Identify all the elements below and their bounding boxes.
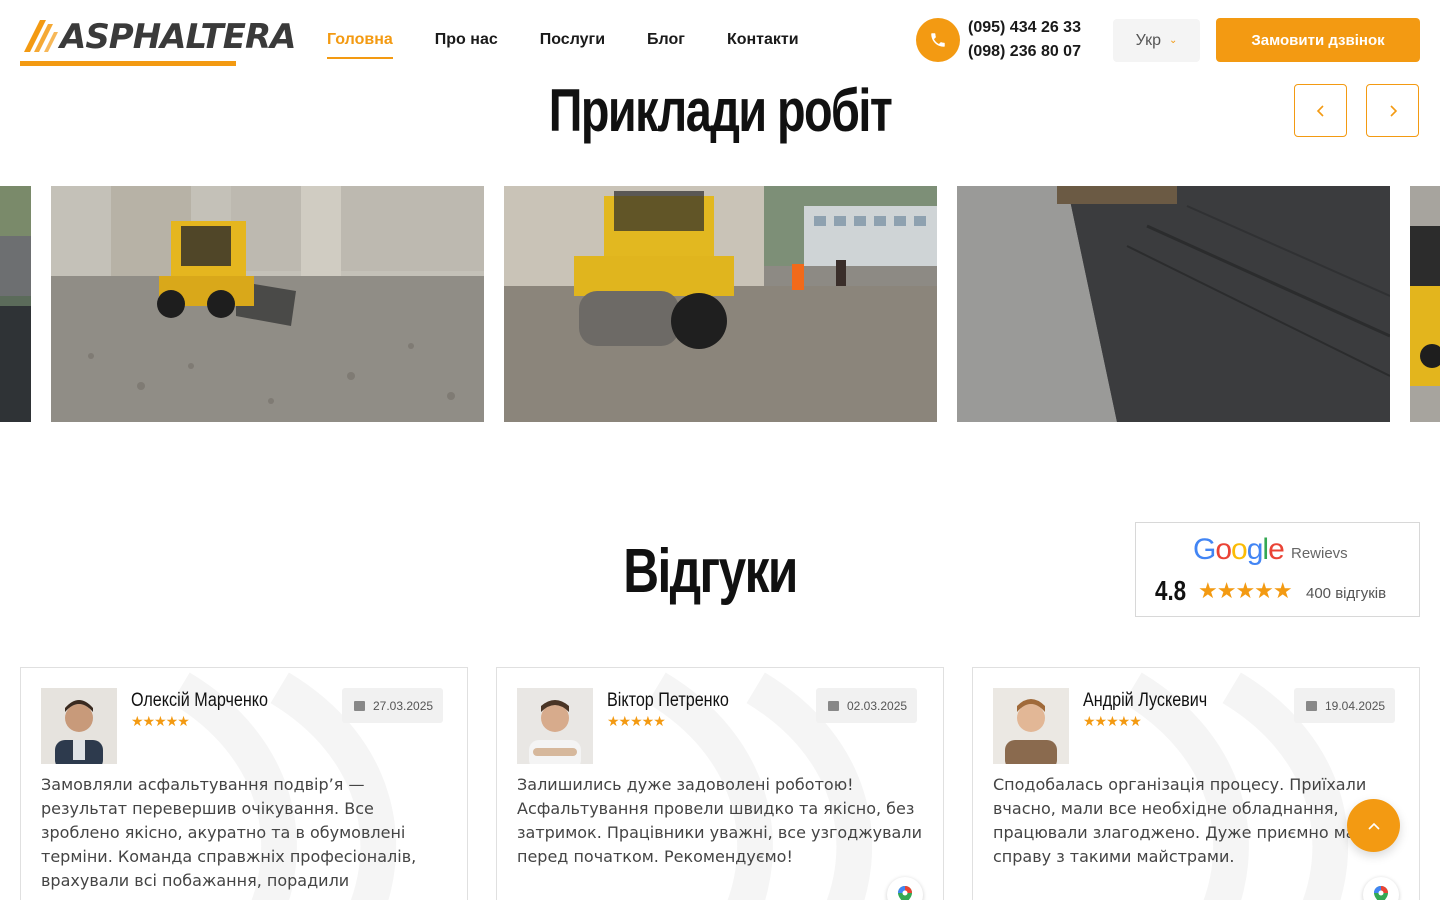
avatar <box>993 688 1069 764</box>
star-rating-icon: ★★★★★ <box>1198 579 1293 604</box>
nav-item-about[interactable]: Про нас <box>435 23 498 57</box>
reviewer-name: Віктор Петренко <box>607 690 729 711</box>
phone-icon[interactable] <box>916 18 960 62</box>
chevron-left-icon <box>1316 104 1324 117</box>
chevron-down-icon: ⌄ <box>1168 35 1178 46</box>
phone-numbers: (095) 434 26 33 (098) 236 80 07 <box>968 16 1081 64</box>
work-photo <box>1410 186 1440 422</box>
chevron-up-icon <box>1367 822 1380 830</box>
work-photo-asphalt <box>957 186 1390 422</box>
calendar-icon <box>1306 700 1317 711</box>
star-rating-icon: ★★★★★ <box>131 714 190 730</box>
work-slide-partial-right[interactable] <box>1410 186 1440 422</box>
review-text: Сподобалась організація процесу. Приїхал… <box>993 775 1376 866</box>
nav-item-services[interactable]: Послуги <box>540 23 605 57</box>
works-section-title: Приклади робіт <box>548 77 893 144</box>
review-date-text: 19.04.2025 <box>1325 698 1386 713</box>
review-date: 02.03.2025 <box>816 688 918 723</box>
order-call-button[interactable]: Замовити дзвінок <box>1216 18 1420 62</box>
review-card: Андрій Лускевич ★★★★★ 19.04.2025 Сподоба… <box>972 667 1420 900</box>
google-review-count: 400 відгуків <box>1306 585 1387 602</box>
logo-text: ASPHALTERA <box>60 17 296 57</box>
logo-mark-icon <box>24 20 58 52</box>
work-photo-roller <box>504 186 937 422</box>
scroll-to-top-button[interactable] <box>1347 799 1400 852</box>
calendar-icon <box>354 700 365 711</box>
carousel-next-button[interactable] <box>1366 84 1419 137</box>
reviewer-name: Андрій Лускевич <box>1083 690 1208 711</box>
avatar <box>41 688 117 764</box>
google-reviews-badge[interactable]: Google Rewievs 4.8 ★★★★★ 400 відгуків <box>1135 522 1420 617</box>
calendar-icon <box>828 700 839 711</box>
google-rating: 4.8 <box>1155 575 1187 606</box>
work-photo <box>0 186 31 422</box>
google-logo: Google <box>1193 533 1285 566</box>
carousel-prev-button[interactable] <box>1294 84 1347 137</box>
work-photo-loader <box>51 186 484 422</box>
reviewer-name: Олексій Марченко <box>131 690 268 711</box>
nav-item-home[interactable]: Головна <box>327 23 393 59</box>
logo-underline <box>20 61 236 66</box>
nav-item-contacts[interactable]: Контакти <box>727 23 799 57</box>
review-text: Залишились дуже задоволені роботою! Асфа… <box>517 775 922 866</box>
logo[interactable]: ASPHALTERA <box>20 14 296 66</box>
star-rating-icon: ★★★★★ <box>1083 714 1142 730</box>
star-rating-icon: ★★★★★ <box>607 714 666 730</box>
work-slide-2[interactable] <box>504 186 937 422</box>
review-date: 27.03.2025 <box>342 688 444 723</box>
review-card: Віктор Петренко ★★★★★ 02.03.2025 Залишил… <box>496 667 944 900</box>
nav-item-blog[interactable]: Блог <box>647 23 685 57</box>
phone-number-1[interactable]: (095) 434 26 33 <box>968 16 1081 40</box>
google-reviews-label: Rewievs <box>1291 545 1348 562</box>
work-slide-3[interactable] <box>957 186 1390 422</box>
avatar <box>517 688 593 764</box>
main-nav: Головна Про нас Послуги Блог Контакти <box>327 0 799 80</box>
work-slide-1[interactable] <box>51 186 484 422</box>
language-select[interactable]: Укр ⌄ <box>1113 19 1200 62</box>
reviews-section-title: Відгуки <box>623 537 798 606</box>
review-date-text: 27.03.2025 <box>373 698 434 713</box>
site-header: ASPHALTERA Головна Про нас Послуги Блог … <box>0 0 1440 80</box>
language-selected: Укр <box>1135 31 1161 49</box>
review-card: Олексій Марченко ★★★★★ 27.03.2025 Замовл… <box>20 667 468 900</box>
review-date: 19.04.2025 <box>1294 688 1396 723</box>
review-date-text: 02.03.2025 <box>847 698 908 713</box>
review-text: Замовляли асфальтування подвір’я — резул… <box>41 775 417 890</box>
phone-number-2[interactable]: (098) 236 80 07 <box>968 40 1081 64</box>
chevron-right-icon <box>1389 104 1397 117</box>
work-slide-partial-left[interactable] <box>0 186 31 422</box>
phone-glyph-icon <box>931 33 945 47</box>
